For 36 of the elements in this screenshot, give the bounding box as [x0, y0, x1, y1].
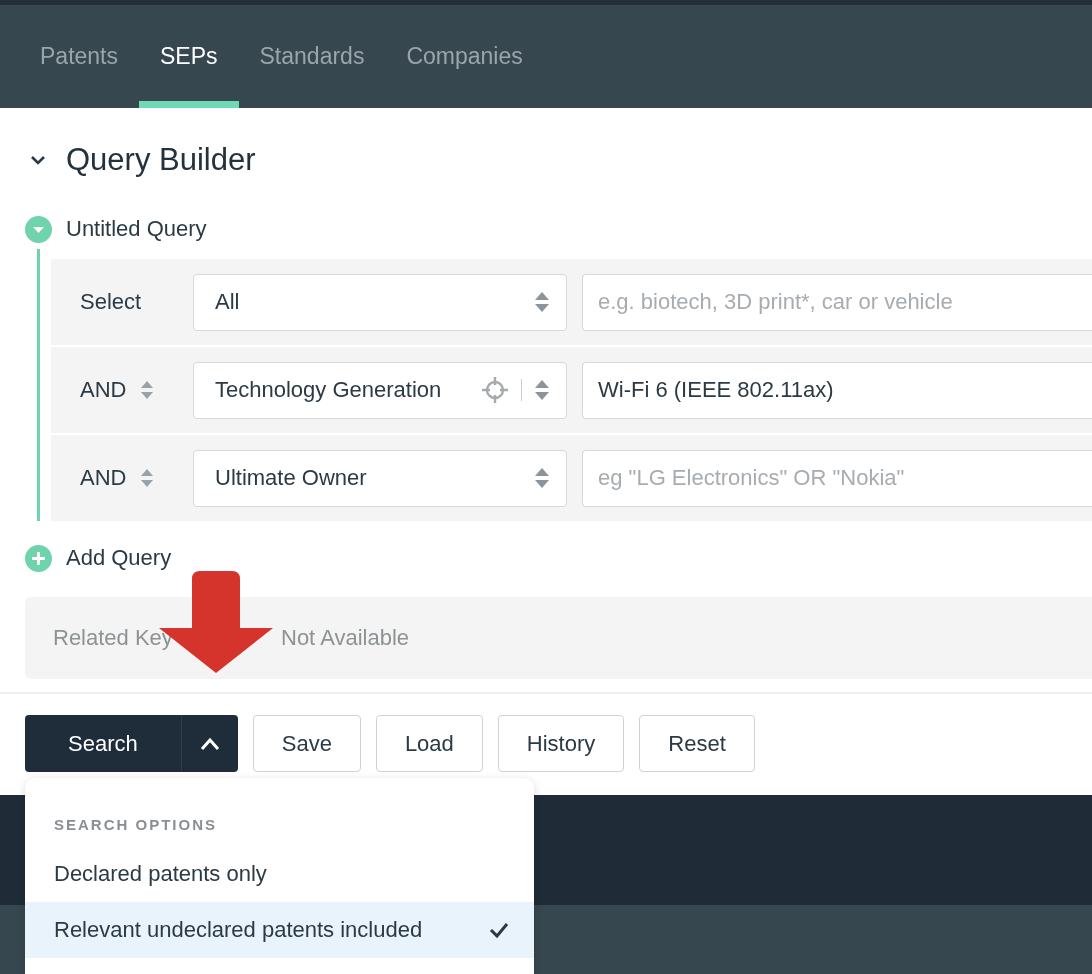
collapse-toggle-icon[interactable] [25, 215, 52, 243]
query-name[interactable]: Untitled Query [66, 216, 207, 242]
sort-arrows-icon [534, 466, 550, 490]
crosshair-icon[interactable] [481, 376, 509, 404]
add-icon[interactable] [25, 544, 52, 572]
search-button[interactable]: Search [25, 715, 182, 772]
operator-label[interactable]: AND [80, 377, 127, 403]
menu-option[interactable]: Relevant undeclared patents included [25, 902, 534, 958]
checkmark-icon [489, 922, 509, 938]
nav-tab[interactable]: Companies [385, 5, 544, 108]
input-field[interactable]: Wi-Fi 6 (IEEE 802.11ax) [582, 361, 1092, 419]
sort-arrows-icon[interactable] [140, 380, 155, 400]
action-button[interactable]: Save [252, 715, 361, 772]
menu-option[interactable]: Declared patents only [25, 846, 534, 902]
field-select[interactable]: Ultimate Owner [193, 449, 567, 507]
panel-title: Query Builder [66, 142, 256, 178]
field-select[interactable]: All [193, 273, 567, 331]
action-button[interactable]: Load [375, 715, 483, 772]
related-label: Related Key [53, 625, 174, 651]
caret-up-icon[interactable] [199, 736, 220, 751]
related-value: Not Available [281, 625, 409, 651]
sort-arrows-icon [534, 378, 550, 402]
input-field[interactable]: eg "LG Electronics" OR "Nokia" [582, 449, 1092, 507]
operator-label[interactable]: AND [80, 465, 127, 491]
input-field[interactable]: e.g. biotech, 3D print*, car or vehicle [582, 273, 1092, 331]
action-button[interactable]: History [497, 715, 625, 772]
menu-heading: SEARCH OPTIONS [53, 815, 218, 835]
nav-tab[interactable]: Patents [19, 5, 139, 108]
add-query-link[interactable]: Add Query [66, 545, 172, 571]
sort-arrows-icon[interactable] [140, 468, 155, 488]
field-select[interactable]: Technology Generation [193, 361, 567, 419]
operator-label: Select [80, 289, 142, 315]
search-split-button[interactable]: Search [25, 715, 238, 772]
sort-arrows-icon [534, 290, 550, 314]
action-button[interactable]: Reset [639, 715, 755, 772]
nav-tab[interactable]: Standards [238, 5, 386, 108]
